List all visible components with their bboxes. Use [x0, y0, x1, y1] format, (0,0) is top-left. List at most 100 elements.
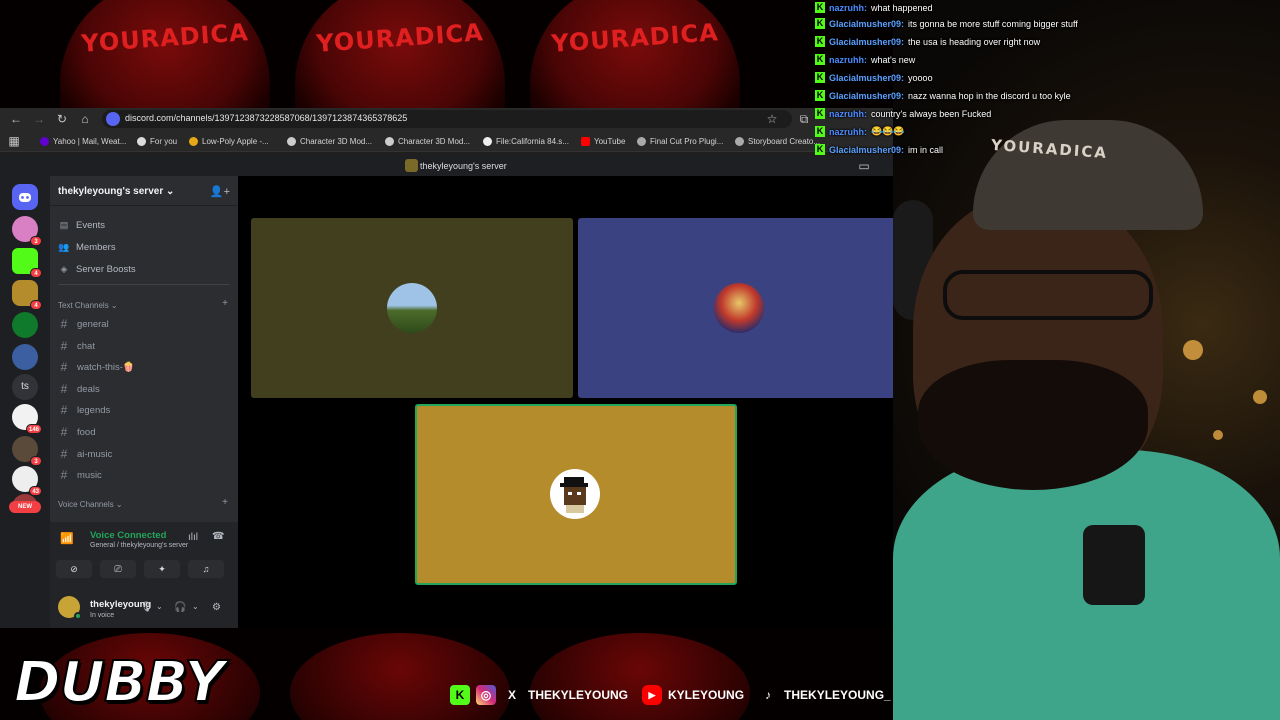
members-item[interactable]: 👥 Members	[58, 238, 116, 256]
hat-graphic: YOURADICA	[295, 0, 505, 110]
bookmark-item[interactable]: Character 3D Mod...	[385, 135, 470, 148]
glasses-graphic	[943, 270, 1153, 320]
disconnect-icon[interactable]: ☎	[212, 531, 224, 542]
voice-call-stage	[238, 176, 893, 628]
soundboard-icon: ♫	[202, 564, 210, 574]
channel-deals[interactable]: # deals	[58, 380, 228, 398]
server-header[interactable]: thekyleyoung's server ⌄ 👤+	[50, 176, 238, 206]
server-icon[interactable]	[12, 344, 38, 370]
bookmark-label: YouTube	[594, 137, 626, 146]
server-icon[interactable]: 3	[12, 436, 42, 466]
bookmark-item[interactable]: For you	[137, 135, 177, 148]
add-voice-channel-icon[interactable]: +	[222, 497, 228, 508]
channel-label: music	[77, 469, 102, 481]
mic-options-chevron-icon[interactable]: ⌄	[156, 602, 163, 611]
boost-icon: ◈	[60, 263, 68, 274]
menu-label: Members	[76, 241, 116, 253]
audio-options-chevron-icon[interactable]: ⌄	[192, 602, 199, 611]
server-icon-active[interactable]: 4	[12, 280, 42, 310]
activities-icon: ✦	[158, 564, 166, 574]
participant-tile[interactable]	[251, 218, 573, 398]
server-icon[interactable]: 43	[12, 466, 42, 496]
server-icon[interactable]	[12, 312, 38, 338]
youtube-icon	[581, 137, 590, 146]
server-icon[interactable]: 146	[12, 404, 42, 434]
text-channels-category[interactable]: Text Channels ⌄	[58, 301, 118, 313]
back-icon[interactable]: ←	[8, 111, 24, 127]
chat-text: yoooo	[908, 72, 933, 83]
microphone-icon[interactable]: 🎙	[140, 602, 153, 613]
server-icon[interactable]: ts	[12, 374, 38, 400]
overlay-background-top: YOURADICA YOURADICA YOURADICA	[0, 0, 893, 110]
bookmark-item[interactable]: Final Cut Pro Plugi...	[637, 135, 723, 148]
x-icon: X	[507, 688, 516, 702]
activities-button[interactable]: ✦	[144, 560, 180, 578]
server-name: thekyleyoung's server ⌄	[58, 186, 175, 197]
tiktok-icon: ♪	[765, 688, 772, 702]
chat-text: im in call	[908, 144, 944, 155]
participant-tile-speaking[interactable]	[415, 404, 737, 585]
screen-share-button[interactable]: ⎚	[100, 560, 136, 578]
url-input[interactable]: discord.com/channels/1397123873228587068…	[102, 110, 792, 128]
voice-channels-category[interactable]: Voice Channels ⌄	[58, 500, 123, 512]
reload-icon[interactable]: ↻	[54, 111, 70, 127]
participant-avatar	[387, 283, 437, 333]
members-icon: 👥	[58, 241, 70, 252]
settings-gear-icon[interactable]: ⚙	[212, 602, 221, 613]
camera-toggle-button[interactable]: ⊘	[56, 560, 92, 578]
headphones-icon[interactable]: 🎧	[174, 602, 186, 613]
channel-legends[interactable]: # legends	[58, 401, 228, 419]
menu-label: Events	[76, 219, 106, 231]
chat-message: Knazruhh: what happened	[815, 0, 933, 15]
kick-icon: K	[815, 2, 825, 13]
forward-icon[interactable]: →	[31, 111, 47, 127]
apps-grid-icon[interactable]: ▦	[6, 133, 22, 149]
soundboard-button[interactable]: ♫	[188, 560, 224, 578]
extensions-icon[interactable]: ⧉	[796, 111, 812, 127]
chat-message: Knazruhh: 😂😂😂	[815, 124, 905, 139]
bookmark-item[interactable]: Storyboard Creato...	[735, 135, 820, 148]
channel-food[interactable]: # food	[58, 423, 228, 441]
bookmark-item[interactable]: File:California 84.s...	[483, 135, 569, 148]
dubby-logo: DUBBY	[13, 649, 226, 716]
unread-badge: 3	[30, 236, 42, 246]
channel-label: chat	[77, 340, 95, 352]
social-links: K ◎ X THEKYLEYOUNG ▶ KYLEYOUNG ♪ THEKYLE…	[450, 684, 905, 706]
noise-suppression-icon[interactable]: ılıl	[188, 532, 198, 543]
inbox-icon[interactable]: ▭	[856, 158, 872, 174]
channel-music[interactable]: # music	[58, 466, 228, 484]
bookmark-item[interactable]: Yahoo | Mail, Weat...	[40, 135, 126, 148]
hat-text: YOURADICA	[315, 18, 485, 58]
bookmark-item[interactable]: Character 3D Mod...	[287, 135, 372, 148]
hash-icon: #	[60, 382, 68, 396]
new-pill[interactable]: NEW	[9, 501, 41, 513]
voice-status[interactable]: Voice Connected	[90, 530, 166, 541]
server-icon[interactable]: 3	[12, 216, 42, 246]
invite-icon[interactable]: 👤+	[210, 185, 230, 198]
events-item[interactable]: ▤ Events	[58, 216, 105, 234]
user-status: In voice	[90, 612, 115, 619]
hash-icon: #	[60, 425, 68, 439]
chat-text: nazz wanna hop in the discord u too kyle	[908, 90, 1071, 101]
channel-chat[interactable]: # chat	[58, 337, 228, 355]
participant-tile[interactable]	[578, 218, 893, 398]
channel-ai-music[interactable]: # ai-music	[58, 445, 228, 463]
hash-icon: #	[60, 360, 68, 374]
bookmark-icon	[483, 137, 492, 146]
address-bar-row: ← → ↻ ⌂ discord.com/channels/13971238732…	[0, 108, 893, 130]
discord-home-icon[interactable]	[12, 184, 38, 210]
screen-share-icon: ⎚	[114, 564, 122, 574]
server-icon[interactable]: 4	[12, 248, 42, 278]
server-boosts-item[interactable]: ◈ Server Boosts	[58, 260, 136, 278]
bookmark-icon	[40, 137, 49, 146]
home-icon[interactable]: ⌂	[77, 111, 93, 127]
bookmark-item[interactable]: YouTube	[581, 135, 625, 148]
channel-general[interactable]: # general	[58, 315, 228, 333]
bookmark-item[interactable]: Low-Poly Apple -...	[189, 135, 269, 148]
channel-watch-this[interactable]: # watch-this-🍿	[58, 358, 228, 376]
hat-graphic: YOURADICA	[60, 0, 270, 110]
camera-off-icon: ⊘	[70, 564, 78, 574]
bookmark-star-icon[interactable]: ☆	[764, 111, 780, 127]
add-channel-icon[interactable]: +	[222, 298, 228, 309]
voice-location[interactable]: General / thekyleyoung's server	[90, 542, 188, 549]
